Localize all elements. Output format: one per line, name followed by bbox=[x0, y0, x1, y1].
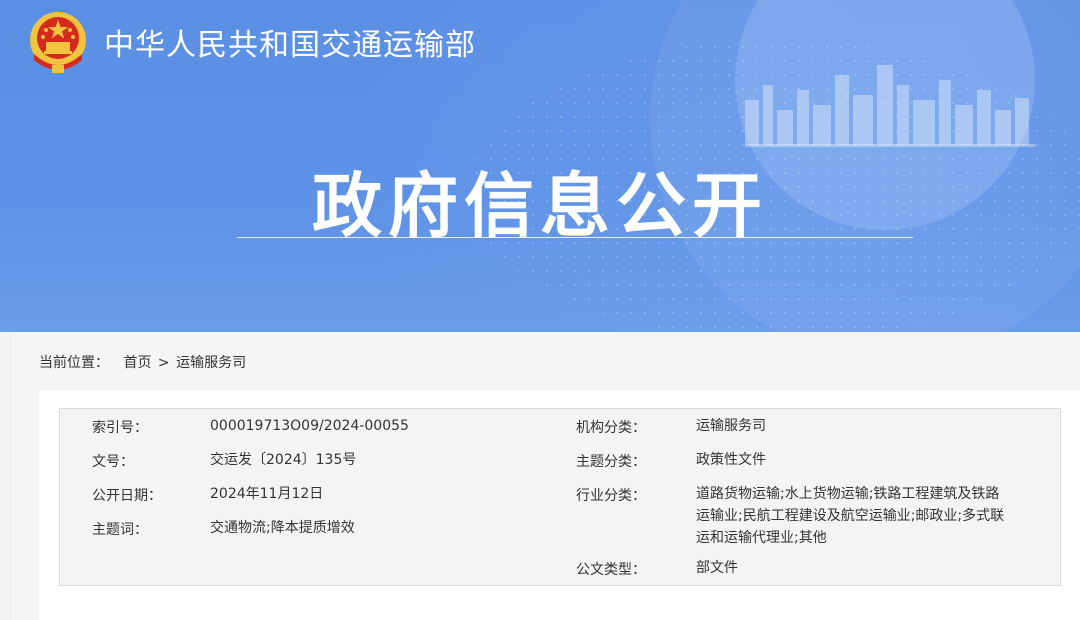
industry-line: 道路货物运输;水上货物运输;铁路工程建筑及铁路 bbox=[696, 486, 1000, 502]
doctype-value: 部文件 bbox=[696, 560, 738, 576]
page: 中华人民共和国交通运输部 政府信息公开 当前位置： 首页 > 运输服务司 索引号… bbox=[0, 0, 1080, 620]
date-value: 2024年11月12日 bbox=[210, 486, 324, 502]
keywords-value: 交通物流;降本提质增效 bbox=[210, 520, 355, 536]
industry-label: 行业分类： bbox=[576, 488, 646, 504]
breadcrumb-current-link[interactable]: 运输服务司 bbox=[176, 355, 246, 371]
org-value: 运输服务司 bbox=[696, 418, 766, 434]
keywords-label: 主题词： bbox=[92, 522, 148, 538]
breadcrumb-home-link[interactable]: 首页 bbox=[123, 355, 151, 371]
ministry-name[interactable]: 中华人民共和国交通运输部 bbox=[104, 20, 476, 64]
org-label: 机构分类： bbox=[576, 420, 646, 436]
topic-value: 政策性文件 bbox=[696, 452, 766, 468]
index-label: 索引号： bbox=[92, 420, 148, 436]
national-emblem-icon[interactable] bbox=[26, 10, 90, 76]
industry-value: 道路货物运输;水上货物运输;铁路工程建筑及铁路 运输业;民航工程建设及航空运输业… bbox=[696, 483, 1004, 549]
breadcrumb: 当前位置： 首页 > 运输服务司 bbox=[39, 352, 248, 372]
title-underline bbox=[237, 237, 913, 238]
docno-value: 交运发〔2024〕135号 bbox=[210, 452, 357, 468]
index-value: 000019713O09/2024-00055 bbox=[210, 418, 409, 434]
document-info-table: 索引号： 000019713O09/2024-00055 文号： 交运发〔202… bbox=[59, 408, 1061, 586]
industry-line: 运和运输代理业;其他 bbox=[696, 530, 827, 546]
document-card: 索引号： 000019713O09/2024-00055 文号： 交运发〔202… bbox=[39, 390, 1080, 620]
doctype-label: 公文类型： bbox=[576, 562, 646, 578]
industry-line: 运输业;民航工程建设及航空运输业;邮政业;多式联 bbox=[696, 508, 1005, 524]
topic-label: 主题分类： bbox=[576, 454, 646, 470]
main-content: 当前位置： 首页 > 运输服务司 索引号： 000019713O09/2024-… bbox=[12, 332, 1080, 620]
breadcrumb-separator: > bbox=[157, 355, 170, 371]
date-label: 公开日期： bbox=[92, 488, 162, 504]
header-banner: 中华人民共和国交通运输部 政府信息公开 bbox=[0, 0, 1080, 332]
city-skyline-icon bbox=[745, 65, 1035, 147]
docno-label: 文号： bbox=[92, 454, 134, 470]
breadcrumb-label: 当前位置： bbox=[39, 355, 109, 371]
page-title: 政府信息公开 bbox=[312, 165, 768, 247]
